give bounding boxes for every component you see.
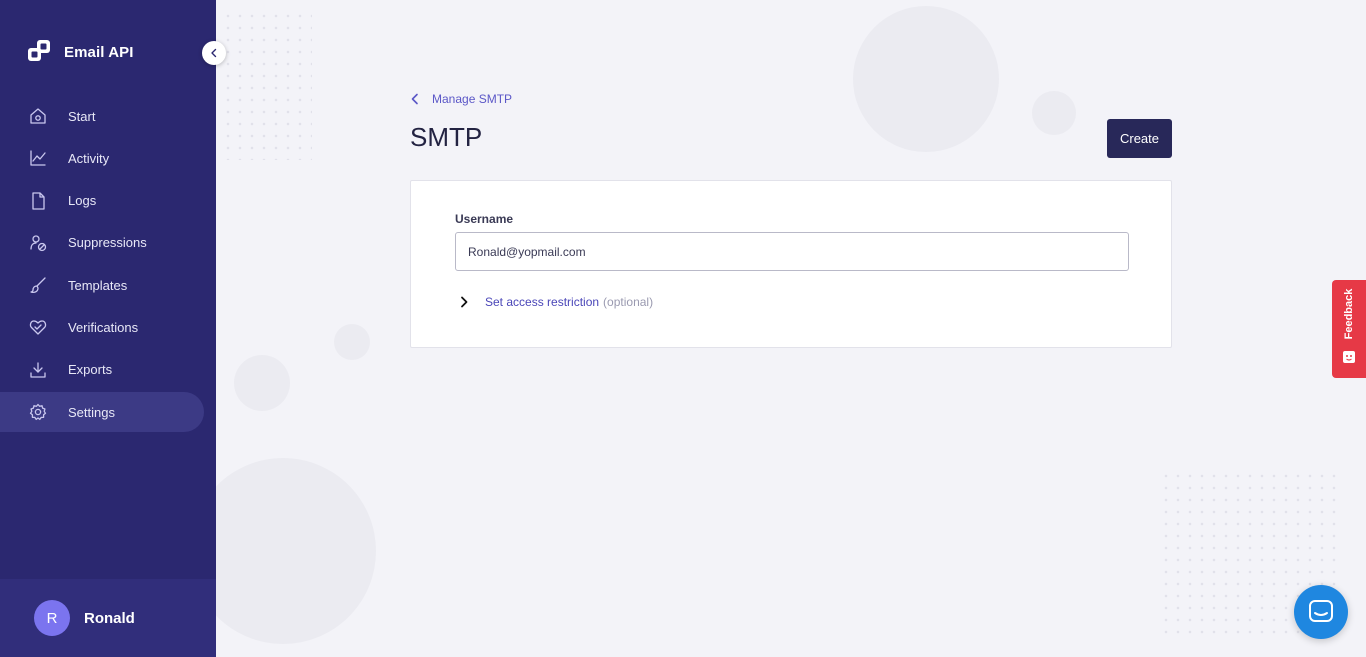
app-name: Email API [64, 43, 134, 61]
decor-circle [190, 458, 376, 644]
home-icon [30, 108, 46, 124]
feedback-label: Feedback [1343, 288, 1355, 340]
optional-hint: (optional) [603, 295, 654, 309]
brush-icon [30, 277, 46, 294]
sidebar-item-suppressions[interactable]: Suppressions [0, 223, 204, 263]
sidebar-item-exports[interactable]: Exports [0, 350, 204, 390]
decor-circle [853, 6, 999, 152]
avatar: R [34, 600, 70, 636]
sidebar-item-label: Suppressions [68, 235, 147, 251]
decor-dots-top-left [222, 10, 312, 160]
chevron-left-icon [411, 93, 418, 105]
page-title: SMTP [410, 122, 483, 152]
feedback-tab[interactable]: Feedback [1332, 280, 1366, 378]
username-field[interactable] [455, 232, 1129, 271]
decor-circle [234, 355, 290, 411]
sidebar-item-label: Settings [68, 404, 115, 420]
decor-circle [1032, 91, 1076, 135]
sidebar-item-label: Start [68, 108, 96, 124]
sidebar: Email API Start Activity Logs Suppressio… [0, 0, 226, 657]
gear-icon [29, 403, 47, 421]
breadcrumb-back-link[interactable]: Manage SMTP [410, 92, 512, 106]
sidebar-item-label: Activity [68, 150, 110, 166]
sidebar-item-label: Verifications [68, 319, 139, 335]
sidebar-item-settings[interactable]: Settings [0, 392, 204, 433]
sidebar-item-label: Templates [68, 277, 128, 293]
username-label: Username [455, 212, 514, 226]
decor-circle [334, 324, 370, 360]
document-icon [32, 191, 45, 210]
sidebar-item-label: Logs [68, 193, 97, 209]
heart-check-icon [29, 320, 47, 336]
user-block-icon [30, 235, 47, 252]
chevron-right-icon [461, 296, 468, 308]
chart-line-icon [30, 150, 46, 166]
chat-icon [1309, 600, 1333, 622]
user-name: Ronald [84, 609, 135, 627]
access-restriction-label: Set access restriction [485, 295, 600, 309]
sidebar-item-activity[interactable]: Activity [0, 138, 204, 178]
create-button[interactable]: Create [1107, 119, 1172, 158]
sidebar-item-verifications[interactable]: Verifications [0, 307, 204, 347]
sidebar-item-label: Exports [68, 362, 113, 378]
chat-launcher-button[interactable] [1294, 585, 1348, 639]
download-icon [30, 362, 46, 378]
sidebar-nav: Start Activity Logs Suppressions Templat… [0, 96, 216, 434]
user-menu[interactable]: R Ronald [0, 579, 216, 657]
chevron-left-icon [211, 48, 217, 58]
sidebar-item-templates[interactable]: Templates [0, 265, 204, 305]
sidebar-item-logs[interactable]: Logs [0, 181, 204, 221]
collapse-sidebar-button[interactable] [202, 41, 226, 65]
brand-logo-icon [28, 40, 50, 61]
feedback-icon [1343, 351, 1355, 363]
sidebar-item-start[interactable]: Start [0, 96, 204, 136]
access-restriction-toggle[interactable]: Set access restriction (optional) [459, 295, 653, 309]
brand[interactable]: Email API [28, 40, 134, 64]
back-link-label: Manage SMTP [432, 92, 513, 106]
smtp-form-card: Username Set access restriction (optiona… [410, 180, 1172, 348]
